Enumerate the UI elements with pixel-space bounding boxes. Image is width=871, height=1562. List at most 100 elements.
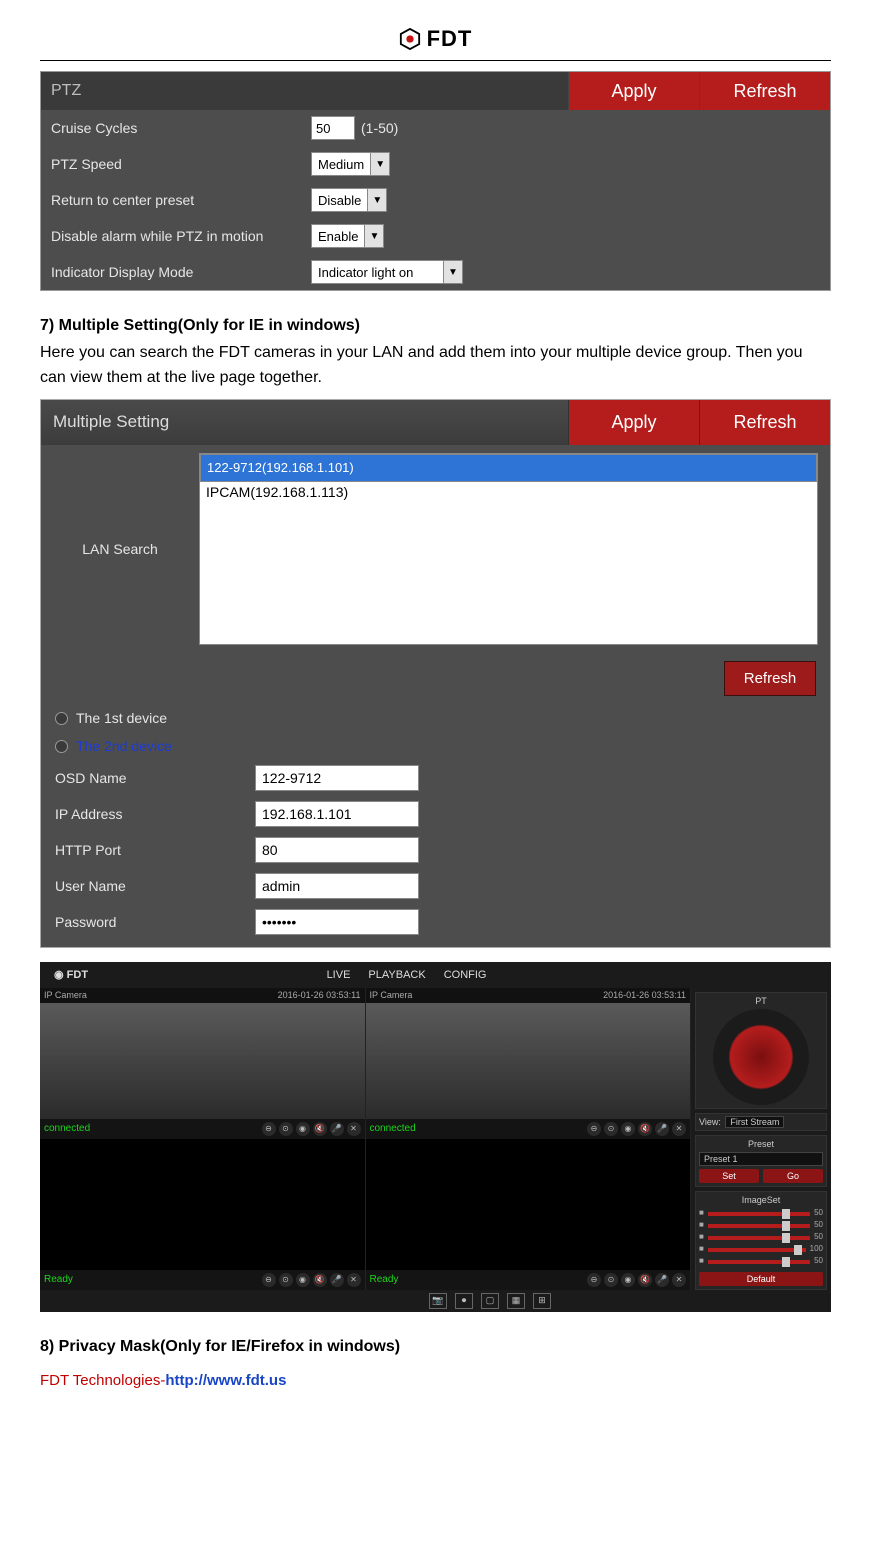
video-cell-4[interactable] bbox=[366, 1139, 691, 1270]
layout-4-icon[interactable]: ▦ bbox=[507, 1293, 525, 1309]
cell-control-icon[interactable]: ✕ bbox=[347, 1273, 361, 1287]
ip-address-input[interactable] bbox=[255, 801, 419, 827]
list-item[interactable]: IPCAM(192.168.1.113) bbox=[200, 482, 817, 502]
ms-refresh-button[interactable]: Refresh bbox=[699, 400, 830, 445]
cell-control-icon[interactable]: 🔇 bbox=[313, 1122, 327, 1136]
image-slider[interactable] bbox=[708, 1212, 810, 1216]
cruise-cycles-input[interactable] bbox=[311, 116, 355, 140]
cell-control-icon[interactable]: ⊖ bbox=[587, 1122, 601, 1136]
preset-go-button[interactable]: Go bbox=[763, 1169, 823, 1183]
ptz-speed-label: PTZ Speed bbox=[51, 156, 311, 172]
osd-timestamp: 2016-01-26 03:53:11 bbox=[278, 990, 361, 1000]
disable-alarm-select[interactable]: Enable▼ bbox=[311, 224, 384, 248]
osd-cam-label: IP Camera bbox=[44, 990, 87, 1000]
cell-control-icon[interactable]: ⊙ bbox=[279, 1273, 293, 1287]
pt-panel: PT bbox=[695, 992, 827, 1109]
lan-search-label: LAN Search bbox=[41, 445, 199, 653]
footer-url[interactable]: http://www.fdt.us bbox=[165, 1372, 286, 1389]
image-slider[interactable] bbox=[708, 1260, 810, 1264]
cell-control-icon[interactable]: 🎤 bbox=[655, 1122, 669, 1136]
pt-title: PT bbox=[699, 996, 823, 1006]
chevron-down-icon: ▼ bbox=[367, 189, 386, 211]
multiple-setting-title: Multiple Setting bbox=[41, 412, 568, 432]
live-brand: ◉ FDT bbox=[40, 968, 102, 981]
cell-control-icon[interactable]: 🎤 bbox=[655, 1273, 669, 1287]
cell-control-icon[interactable]: 🎤 bbox=[330, 1122, 344, 1136]
view-panel: View: First Stream bbox=[695, 1113, 827, 1131]
tab-config[interactable]: CONFIG bbox=[444, 969, 487, 981]
cell-control-icon[interactable]: ✕ bbox=[672, 1273, 686, 1287]
return-center-select[interactable]: Disable▼ bbox=[311, 188, 387, 212]
cell-control-icon[interactable]: 🔇 bbox=[313, 1273, 327, 1287]
cruise-cycles-label: Cruise Cycles bbox=[51, 120, 311, 136]
view-select[interactable]: First Stream bbox=[725, 1116, 784, 1128]
imageset-title: ImageSet bbox=[699, 1195, 823, 1205]
preset-panel: Preset Preset 1 Set Go bbox=[695, 1135, 827, 1187]
cell-control-icon[interactable]: ⊙ bbox=[604, 1273, 618, 1287]
lan-device-list[interactable]: 122-9712(192.168.1.101) IPCAM(192.168.1.… bbox=[199, 453, 818, 645]
section-8-heading: 8) Privacy Mask(Only for IE/Firefox in w… bbox=[40, 1338, 831, 1356]
ptz-wheel[interactable] bbox=[713, 1009, 809, 1105]
cell-control-icon[interactable]: ⊙ bbox=[604, 1122, 618, 1136]
return-center-label: Return to center preset bbox=[51, 192, 311, 208]
footer-company: FDT Technologies- bbox=[40, 1372, 165, 1389]
default-button[interactable]: Default bbox=[699, 1272, 823, 1286]
video-cell-1[interactable] bbox=[40, 1003, 365, 1119]
ptz-refresh-button[interactable]: Refresh bbox=[699, 72, 830, 110]
ptz-speed-select[interactable]: Medium▼ bbox=[311, 152, 390, 176]
osd-cam-label: IP Camera bbox=[370, 990, 413, 1000]
password-input[interactable] bbox=[255, 909, 419, 935]
http-port-input[interactable] bbox=[255, 837, 419, 863]
brand-name: FDT bbox=[427, 26, 473, 52]
ptz-panel: PTZ Apply Refresh Cruise Cycles (1-50) P… bbox=[40, 71, 831, 291]
cell-control-icon[interactable]: ⊖ bbox=[262, 1273, 276, 1287]
tab-live[interactable]: LIVE bbox=[327, 969, 351, 981]
cell-control-icon[interactable]: 🎤 bbox=[330, 1273, 344, 1287]
cell-control-icon[interactable]: 🔇 bbox=[638, 1122, 652, 1136]
multiple-setting-panel: Multiple Setting Apply Refresh LAN Searc… bbox=[40, 399, 831, 948]
record-icon[interactable]: ⏺ bbox=[455, 1293, 473, 1309]
ptz-apply-button[interactable]: Apply bbox=[568, 72, 699, 110]
chevron-down-icon: ▼ bbox=[364, 225, 383, 247]
status-ready: Ready bbox=[44, 1274, 73, 1285]
snapshot-icon[interactable]: 📷 bbox=[429, 1293, 447, 1309]
list-item[interactable]: 122-9712(192.168.1.101) bbox=[200, 454, 817, 482]
preset-select[interactable]: Preset 1 bbox=[699, 1152, 823, 1166]
imageset-panel: ImageSet ■50 ■50 ■50 ■100 ■50 Default bbox=[695, 1191, 827, 1290]
cell-control-icon[interactable]: 🔇 bbox=[638, 1273, 652, 1287]
cell-control-icon[interactable]: ◉ bbox=[621, 1273, 635, 1287]
image-slider[interactable] bbox=[708, 1236, 810, 1240]
preset-title: Preset bbox=[699, 1139, 823, 1149]
cell-control-icon[interactable]: ⊙ bbox=[279, 1122, 293, 1136]
layout-9-icon[interactable]: ⊞ bbox=[533, 1293, 551, 1309]
layout-1-icon[interactable]: ▢ bbox=[481, 1293, 499, 1309]
ptz-title: PTZ bbox=[41, 82, 568, 100]
osd-name-input[interactable] bbox=[255, 765, 419, 791]
indicator-mode-select[interactable]: Indicator light on▼ bbox=[311, 260, 463, 284]
cell-control-icon[interactable]: ◉ bbox=[296, 1273, 310, 1287]
ms-apply-button[interactable]: Apply bbox=[568, 400, 699, 445]
video-cell-3[interactable] bbox=[40, 1139, 365, 1270]
cell-control-icon[interactable]: ◉ bbox=[621, 1122, 635, 1136]
cell-control-icon[interactable]: ◉ bbox=[296, 1122, 310, 1136]
osd-name-label: OSD Name bbox=[55, 770, 255, 786]
image-slider[interactable] bbox=[708, 1224, 810, 1228]
cell-control-icon[interactable]: ✕ bbox=[347, 1122, 361, 1136]
lan-refresh-button[interactable]: Refresh bbox=[724, 661, 816, 696]
device-1-radio[interactable]: The 1st device bbox=[41, 704, 830, 732]
tab-playback[interactable]: PLAYBACK bbox=[368, 969, 425, 981]
video-cell-2[interactable] bbox=[366, 1003, 691, 1119]
cell-control-icon[interactable]: ⊖ bbox=[262, 1122, 276, 1136]
chevron-down-icon: ▼ bbox=[370, 153, 389, 175]
footer: FDT Technologies-http://www.fdt.us bbox=[40, 1372, 831, 1389]
section-7-body: Here you can search the FDT cameras in y… bbox=[40, 341, 831, 391]
status-ready: Ready bbox=[370, 1274, 399, 1285]
indicator-mode-label: Indicator Display Mode bbox=[51, 264, 311, 280]
ip-address-label: IP Address bbox=[55, 806, 255, 822]
device-2-radio[interactable]: The 2nd device bbox=[41, 732, 830, 760]
cell-control-icon[interactable]: ⊖ bbox=[587, 1273, 601, 1287]
user-name-input[interactable] bbox=[255, 873, 419, 899]
preset-set-button[interactable]: Set bbox=[699, 1169, 759, 1183]
cell-control-icon[interactable]: ✕ bbox=[672, 1122, 686, 1136]
image-slider[interactable] bbox=[708, 1248, 806, 1252]
